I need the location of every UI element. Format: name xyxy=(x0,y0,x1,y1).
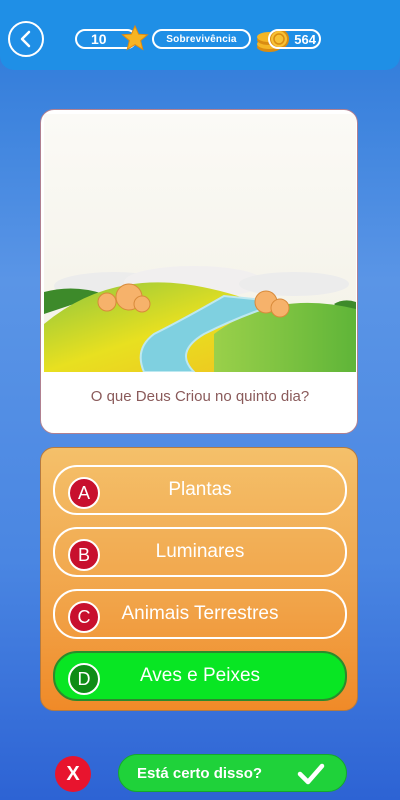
back-arrow-icon xyxy=(20,30,31,48)
coins-value: 564 xyxy=(294,31,316,47)
option-label: Plantas xyxy=(168,479,232,500)
option-c[interactable]: C Animais Terrestres xyxy=(53,589,347,639)
coins-badge: 564 xyxy=(268,29,321,49)
game-mode-badge: Sobrevivência xyxy=(152,29,251,49)
checkmark-icon xyxy=(297,763,325,785)
star-icon xyxy=(121,25,149,51)
question-illustration xyxy=(44,114,356,372)
top-bar: 10 Sobrevivência 564 xyxy=(0,0,400,70)
question-text: O que Deus Criou no quinto dia? xyxy=(90,388,310,405)
confirm-button[interactable]: Está certo disso? xyxy=(118,754,347,792)
back-button[interactable] xyxy=(8,21,44,57)
option-label: Luminares xyxy=(155,541,245,562)
cancel-button[interactable]: X xyxy=(55,756,91,792)
close-icon: X xyxy=(66,762,80,785)
option-d[interactable]: D Aves e Peixes xyxy=(53,651,347,701)
option-label: Aves e Peixes xyxy=(139,665,261,686)
option-label: Animais Terrestres xyxy=(121,603,279,624)
option-b[interactable]: B Luminares xyxy=(53,527,347,577)
level-value: 10 xyxy=(91,31,107,47)
question-card: O que Deus Criou no quinto dia? xyxy=(40,109,358,434)
game-mode-label: Sobrevivência xyxy=(166,33,237,45)
answers-panel: A Plantas B Luminares C Animais Terrestr… xyxy=(40,447,358,711)
option-a[interactable]: A Plantas xyxy=(53,465,347,515)
confirm-label: Está certo disso? xyxy=(137,765,263,782)
